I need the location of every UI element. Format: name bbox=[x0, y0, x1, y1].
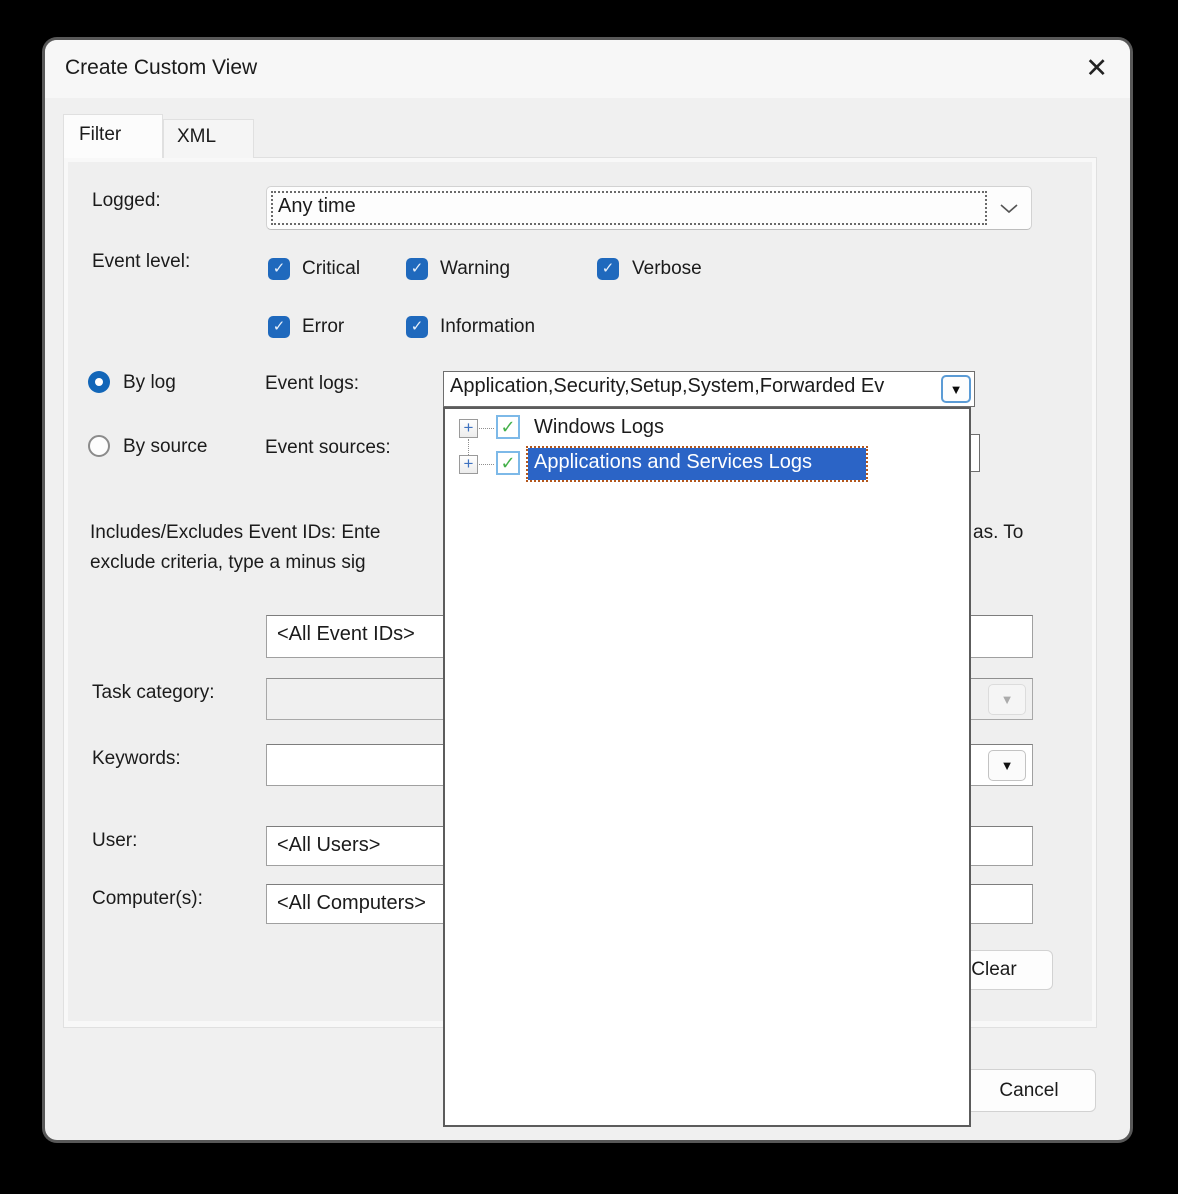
checkbox-critical[interactable]: ✓ bbox=[268, 258, 290, 280]
tree-connector bbox=[479, 464, 494, 465]
radio-by-source-label[interactable]: By source bbox=[123, 436, 207, 458]
includes-note-line1-right: as. To bbox=[973, 522, 1023, 544]
expand-plus-icon[interactable]: + bbox=[459, 419, 478, 438]
tab-xml[interactable]: XML bbox=[163, 119, 254, 158]
checkbox-critical-label[interactable]: Critical bbox=[302, 258, 360, 280]
logged-value: Any time bbox=[278, 195, 356, 218]
tree-item-windows-logs[interactable]: Windows Logs bbox=[534, 416, 664, 439]
logged-combobox[interactable]: Any time bbox=[266, 186, 1032, 230]
create-custom-view-dialog: Create Custom View ✕ Filter XML Logged: … bbox=[45, 40, 1130, 1140]
close-icon[interactable]: ✕ bbox=[1085, 50, 1108, 86]
includes-note-line1: Includes/Excludes Event IDs: Ente bbox=[90, 522, 380, 544]
checkbox-information-label[interactable]: Information bbox=[440, 316, 535, 338]
dialog-title: Create Custom View bbox=[65, 56, 257, 80]
tree-checkbox-windows-logs[interactable]: ✓ bbox=[496, 415, 520, 439]
checkbox-error[interactable]: ✓ bbox=[268, 316, 290, 338]
check-icon: ✓ bbox=[273, 318, 286, 335]
event-level-label: Event level: bbox=[92, 251, 190, 273]
checkbox-verbose[interactable]: ✓ bbox=[597, 258, 619, 280]
expand-plus-icon[interactable]: + bbox=[459, 455, 478, 474]
logged-label: Logged: bbox=[92, 190, 161, 212]
tree-item-selected-highlight[interactable]: Applications and Services Logs bbox=[528, 448, 866, 480]
tree-connector bbox=[479, 428, 494, 429]
keywords-dropdown-button[interactable]: ▼ bbox=[988, 750, 1026, 781]
radio-by-source[interactable] bbox=[88, 435, 110, 457]
keywords-label: Keywords: bbox=[92, 748, 181, 770]
dropdown-arrow-icon: ▼ bbox=[950, 382, 963, 397]
event-logs-label: Event logs: bbox=[265, 373, 359, 395]
check-icon: ✓ bbox=[500, 417, 515, 437]
radio-by-log-label[interactable]: By log bbox=[123, 372, 176, 394]
screen-background: Create Custom View ✕ Filter XML Logged: … bbox=[0, 0, 1178, 1194]
event-logs-dropdown-button[interactable]: ▼ bbox=[941, 375, 971, 403]
dropdown-arrow-icon: ▼ bbox=[1001, 758, 1014, 773]
event-logs-value: Application,Security,Setup,System,Forwar… bbox=[450, 375, 940, 398]
check-icon: ✓ bbox=[500, 453, 515, 473]
tab-filter[interactable]: Filter bbox=[63, 114, 163, 158]
tree-checkbox-app-services-logs[interactable]: ✓ bbox=[496, 451, 520, 475]
radio-by-log[interactable] bbox=[88, 371, 110, 393]
checkbox-information[interactable]: ✓ bbox=[406, 316, 428, 338]
checkbox-error-label[interactable]: Error bbox=[302, 316, 344, 338]
check-icon: ✓ bbox=[411, 260, 424, 277]
checkbox-verbose-label[interactable]: Verbose bbox=[632, 258, 702, 280]
tree-item-app-services-logs[interactable]: Applications and Services Logs bbox=[534, 451, 812, 474]
task-category-label: Task category: bbox=[92, 682, 215, 704]
dropdown-arrow-icon: ▼ bbox=[1001, 692, 1014, 707]
task-category-dropdown-button: ▼ bbox=[988, 684, 1026, 715]
event-sources-label: Event sources: bbox=[265, 437, 391, 459]
dialog-titlebar[interactable]: Create Custom View ✕ bbox=[45, 40, 1130, 98]
focus-rect bbox=[271, 191, 987, 225]
user-label: User: bbox=[92, 830, 137, 852]
checkbox-warning[interactable]: ✓ bbox=[406, 258, 428, 280]
cancel-button[interactable]: Cancel bbox=[962, 1069, 1096, 1112]
event-logs-dropdown-panel: + ✓ Windows Logs + ✓ Applications and Se… bbox=[443, 407, 971, 1127]
computers-label: Computer(s): bbox=[92, 888, 203, 910]
computers-value: <All Computers> bbox=[277, 892, 426, 915]
user-value: <All Users> bbox=[277, 834, 380, 857]
check-icon: ✓ bbox=[411, 318, 424, 335]
check-icon: ✓ bbox=[602, 260, 615, 277]
check-icon: ✓ bbox=[273, 260, 286, 277]
event-ids-value: <All Event IDs> bbox=[277, 623, 415, 646]
event-logs-combobox[interactable]: Application,Security,Setup,System,Forwar… bbox=[443, 371, 975, 407]
includes-note-line2: exclude criteria, type a minus sig bbox=[90, 552, 366, 574]
tree-connector bbox=[468, 439, 469, 455]
chevron-down-icon[interactable] bbox=[1000, 204, 1018, 214]
checkbox-warning-label[interactable]: Warning bbox=[440, 258, 510, 280]
